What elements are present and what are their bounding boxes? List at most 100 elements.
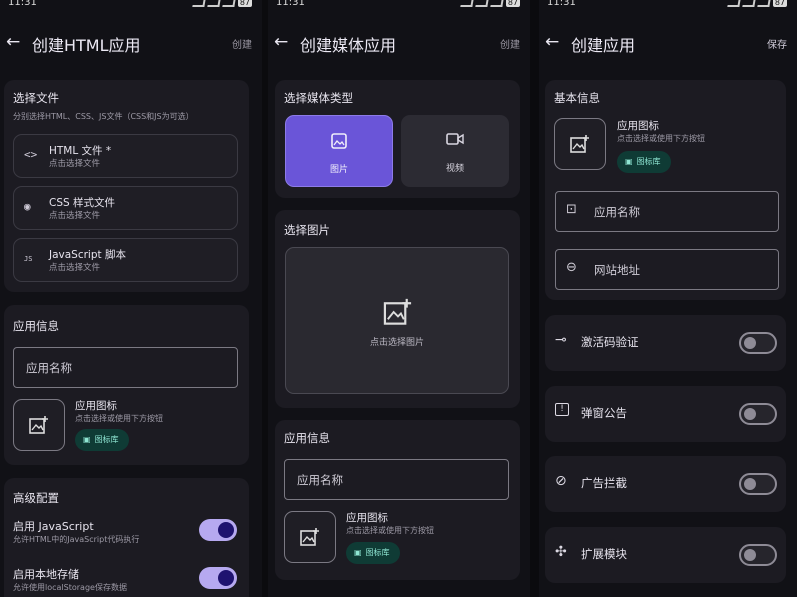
app-name-placeholder: 应用名称 <box>594 205 640 219</box>
page-title: 创建应用 <box>571 36 636 55</box>
icon-library-label: 图标库 <box>636 157 661 166</box>
section-hint: 分别选择HTML、CSS、JS文件（CSS和JS为可选） <box>13 112 194 121</box>
status-bar: 11:31 87 <box>539 0 797 12</box>
link-icon: ⊖ <box>566 260 577 275</box>
website-url-placeholder: 网站地址 <box>594 263 640 277</box>
screen-create-app: 11:31 87 ← 创建应用 保存 基本信息 应用图标 点击选择或使用下方按钮… <box>539 0 797 597</box>
add-image-icon <box>29 416 48 434</box>
app-name-input[interactable]: 应用名称 <box>284 459 509 500</box>
popup-announcement-toggle[interactable] <box>739 403 777 425</box>
status-time: 11:31 <box>8 0 37 8</box>
app-icon-hint: 点击选择或使用下方按钮 <box>75 414 163 423</box>
enable-js-label: 启用 JavaScript <box>13 520 94 533</box>
status-time: 11:31 <box>276 0 305 8</box>
puzzle-icon: ✣ <box>555 544 567 560</box>
toggle-knob <box>744 478 756 490</box>
js-file-picker[interactable]: JS JavaScript 脚本 点击选择文件 <box>13 238 238 282</box>
gallery-icon: ▣ <box>625 157 633 166</box>
palette-icon: ◉ <box>24 200 31 213</box>
activation-code-toggle[interactable] <box>739 332 777 354</box>
media-option-label: 图片 <box>329 165 348 175</box>
app-icon-picker[interactable] <box>13 399 65 451</box>
media-option-label: 视频 <box>445 164 464 174</box>
back-arrow-icon[interactable]: ← <box>274 32 288 52</box>
media-option-video[interactable]: 视频 <box>401 115 509 187</box>
block-icon: ⊘ <box>555 473 567 489</box>
option-ad-block[interactable]: ⊘ 广告拦截 <box>545 456 786 512</box>
app-icon-title: 应用图标 <box>617 120 659 132</box>
wifi-icon <box>757 0 771 7</box>
select-files-card: 选择文件 分别选择HTML、CSS、JS文件（CSS和JS为可选） <> HTM… <box>4 80 249 292</box>
image-icon <box>286 132 392 154</box>
signal-icon-2 <box>742 0 756 7</box>
section-heading: 应用信息 <box>284 431 330 445</box>
battery-icon: 87 <box>505 0 520 7</box>
app-icon-picker[interactable] <box>284 511 336 563</box>
file-title: JavaScript 脚本 <box>49 249 126 261</box>
page-title: 创建HTML应用 <box>32 36 141 55</box>
wifi-icon <box>490 0 504 7</box>
app-bar: ← 创建应用 保存 <box>539 12 797 72</box>
announcement-icon: ! <box>555 403 569 416</box>
extension-modules-toggle[interactable] <box>739 544 777 566</box>
signal-icon <box>727 0 741 7</box>
save-button[interactable]: 保存 <box>767 36 787 51</box>
badge-icon: ⊡ <box>566 202 577 217</box>
icon-library-button[interactable]: ▣ 图标库 <box>617 151 671 173</box>
app-icon-picker[interactable] <box>554 118 606 170</box>
code-icon: <> <box>24 148 38 161</box>
file-title: CSS 样式文件 <box>49 197 115 209</box>
app-name-input[interactable]: ⊡ 应用名称 <box>555 191 779 232</box>
icon-library-button[interactable]: ▣ 图标库 <box>75 429 129 451</box>
pick-image-hint: 点击选择图片 <box>369 338 424 348</box>
screen-create-media-app: 11:31 87 ← 创建媒体应用 创建 选择媒体类型 图片 视频 选择图片 点… <box>268 0 530 597</box>
basic-info-card: 基本信息 应用图标 点击选择或使用下方按钮 ▣ 图标库 ⊡ 应用名称 ⊖ 网站地… <box>545 80 786 300</box>
key-icon: ⊸ <box>555 332 567 348</box>
enable-storage-toggle[interactable] <box>199 567 237 589</box>
app-name-placeholder: 应用名称 <box>26 361 72 375</box>
pick-image-card: 选择图片 点击选择图片 <box>275 210 520 408</box>
css-file-picker[interactable]: ◉ CSS 样式文件 点击选择文件 <box>13 186 238 230</box>
ad-block-toggle[interactable] <box>739 473 777 495</box>
toggle-knob <box>218 570 234 586</box>
media-option-image[interactable]: 图片 <box>285 115 393 187</box>
option-extension-modules[interactable]: ✣ 扩展模块 <box>545 527 786 583</box>
app-name-placeholder: 应用名称 <box>297 473 343 487</box>
signal-icon-2 <box>475 0 489 7</box>
status-bar: 11:31 87 <box>0 0 262 12</box>
create-button[interactable]: 创建 <box>232 36 252 51</box>
app-name-input[interactable]: 应用名称 <box>13 347 238 388</box>
signal-icon <box>192 0 206 7</box>
option-activation-code[interactable]: ⊸ 激活码验证 <box>545 315 786 371</box>
enable-js-toggle[interactable] <box>199 519 237 541</box>
toggle-knob <box>744 337 756 349</box>
status-icons: 87 <box>192 0 252 7</box>
html-file-picker[interactable]: <> HTML 文件 * 点击选择文件 <box>13 134 238 178</box>
app-icon-hint: 点击选择或使用下方按钮 <box>617 134 705 143</box>
option-popup-announcement[interactable]: ! 弹窗公告 <box>545 386 786 442</box>
app-icon-title: 应用图标 <box>75 400 117 412</box>
icon-library-label: 图标库 <box>94 435 119 444</box>
image-picker-area[interactable]: 点击选择图片 <box>285 247 509 394</box>
signal-icon <box>460 0 474 7</box>
file-sub: 点击选择文件 <box>49 211 101 221</box>
screen-create-html-app: 11:31 87 ← 创建HTML应用 创建 选择文件 分别选择HTML、CSS… <box>0 0 262 597</box>
icon-library-button[interactable]: ▣ 图标库 <box>346 542 400 564</box>
add-image-icon <box>300 528 319 546</box>
file-sub: 点击选择文件 <box>49 159 101 169</box>
section-heading: 基本信息 <box>554 91 600 105</box>
file-sub: 点击选择文件 <box>49 263 101 273</box>
back-arrow-icon[interactable]: ← <box>6 32 20 52</box>
option-label: 激活码验证 <box>581 335 639 349</box>
signal-icon-2 <box>207 0 221 7</box>
back-arrow-icon[interactable]: ← <box>545 32 559 52</box>
battery-icon: 87 <box>772 0 787 7</box>
website-url-input[interactable]: ⊖ 网站地址 <box>555 249 779 290</box>
video-icon <box>401 131 509 151</box>
status-icons: 87 <box>460 0 520 7</box>
page-title: 创建媒体应用 <box>300 36 397 55</box>
create-button[interactable]: 创建 <box>500 36 520 51</box>
option-label: 弹窗公告 <box>581 406 627 420</box>
add-image-icon <box>570 135 589 153</box>
advanced-config-card: 高级配置 启用 JavaScript 允许HTML中的JavaScript代码执… <box>4 478 249 597</box>
